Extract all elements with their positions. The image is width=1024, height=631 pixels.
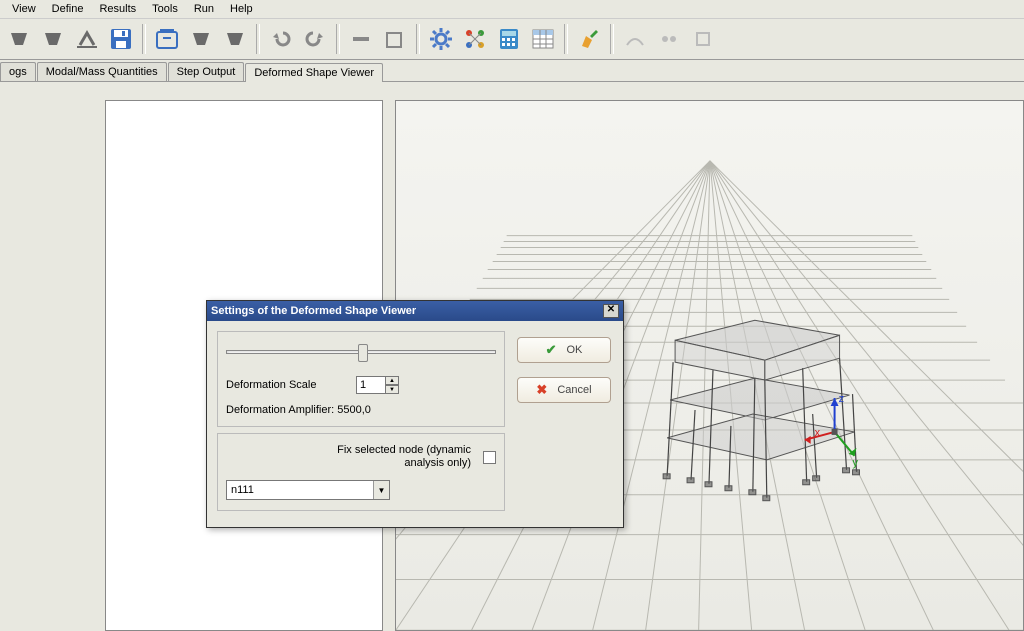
- tab-bar: ogs Modal/Mass Quantities Step Output De…: [0, 60, 1024, 82]
- toolbar-separator: [416, 24, 420, 54]
- menu-run[interactable]: Run: [186, 1, 222, 17]
- table-icon[interactable]: [528, 24, 558, 54]
- toolbar-btn-10[interactable]: [346, 24, 376, 54]
- cancel-button[interactable]: ✖ Cancel: [517, 377, 611, 403]
- toolbar-btn-11[interactable]: [380, 24, 410, 54]
- tab-deformed-shape[interactable]: Deformed Shape Viewer: [245, 63, 383, 82]
- tab-step-output[interactable]: Step Output: [168, 62, 245, 81]
- save-icon[interactable]: [106, 24, 136, 54]
- menu-results[interactable]: Results: [91, 1, 144, 17]
- spinner-down-icon[interactable]: ▼: [385, 385, 399, 394]
- tab-modal-mass[interactable]: Modal/Mass Quantities: [37, 62, 167, 81]
- slider-thumb[interactable]: [358, 344, 368, 362]
- fix-node-checkbox[interactable]: [483, 451, 496, 464]
- archive-icon[interactable]: [152, 24, 182, 54]
- cancel-label: Cancel: [557, 384, 591, 396]
- toolbar-separator: [610, 24, 614, 54]
- menu-tools[interactable]: Tools: [144, 1, 186, 17]
- fix-node-fieldset: Fix selected node (dynamic analysis only…: [217, 433, 505, 511]
- deformation-amplifier-label: Deformation Amplifier: 5500,0: [226, 404, 371, 416]
- fix-node-label: Fix selected node (dynamic analysis only…: [301, 444, 471, 470]
- ok-label: OK: [567, 344, 583, 356]
- brush-icon[interactable]: [574, 24, 604, 54]
- dialog-titlebar[interactable]: Settings of the Deformed Shape Viewer ✕: [207, 301, 623, 321]
- menu-define[interactable]: Define: [44, 1, 92, 17]
- main-area: x y z Settings of the Deformed Shape Vie…: [0, 82, 1024, 631]
- deformation-slider[interactable]: [226, 342, 496, 364]
- toolbar-btn-1[interactable]: [4, 24, 34, 54]
- deformed-shape-settings-dialog: Settings of the Deformed Shape Viewer ✕ …: [206, 300, 624, 528]
- redo-icon[interactable]: [300, 24, 330, 54]
- toolbar-btn-19[interactable]: [688, 24, 718, 54]
- undo-icon[interactable]: [266, 24, 296, 54]
- ok-button[interactable]: ✔ OK: [517, 337, 611, 363]
- menu-view[interactable]: View: [4, 1, 44, 17]
- toolbar: [0, 18, 1024, 60]
- toolbar-btn-3[interactable]: [72, 24, 102, 54]
- close-icon[interactable]: ✕: [603, 304, 619, 318]
- toolbar-btn-6[interactable]: [186, 24, 216, 54]
- toolbar-btn-17[interactable]: [620, 24, 650, 54]
- toolbar-separator: [256, 24, 260, 54]
- toolbar-separator: [336, 24, 340, 54]
- network-icon[interactable]: [460, 24, 490, 54]
- check-icon: ✔: [546, 342, 557, 358]
- menu-help[interactable]: Help: [222, 1, 261, 17]
- svg-text:z: z: [839, 393, 844, 405]
- toolbar-btn-7[interactable]: [220, 24, 250, 54]
- toolbar-btn-2[interactable]: [38, 24, 68, 54]
- spinner-up-icon[interactable]: ▲: [385, 376, 399, 385]
- chevron-down-icon[interactable]: ▼: [373, 481, 389, 499]
- toolbar-separator: [564, 24, 568, 54]
- deformation-scale-label: Deformation Scale: [226, 379, 356, 391]
- svg-text:x: x: [815, 427, 821, 439]
- toolbar-btn-18[interactable]: [654, 24, 684, 54]
- dialog-title: Settings of the Deformed Shape Viewer: [211, 305, 416, 317]
- scale-spinner[interactable]: ▲ ▼: [385, 376, 399, 394]
- calculator-icon[interactable]: [494, 24, 524, 54]
- toolbar-separator: [142, 24, 146, 54]
- dialog-body: Deformation Scale ▲ ▼ Deformation Amplif…: [207, 321, 623, 527]
- combo-value: n111: [231, 484, 254, 496]
- scale-fieldset: Deformation Scale ▲ ▼ Deformation Amplif…: [217, 331, 505, 427]
- left-gutter: [0, 82, 105, 631]
- deformation-scale-input[interactable]: [356, 376, 386, 394]
- gear-icon[interactable]: [426, 24, 456, 54]
- menu-bar: View Define Results Tools Run Help: [0, 0, 1024, 18]
- svg-text:y: y: [853, 457, 859, 469]
- node-select-combo[interactable]: n111 ▼: [226, 480, 390, 500]
- tab-logs[interactable]: ogs: [0, 62, 36, 81]
- cross-icon: ✖: [536, 382, 547, 398]
